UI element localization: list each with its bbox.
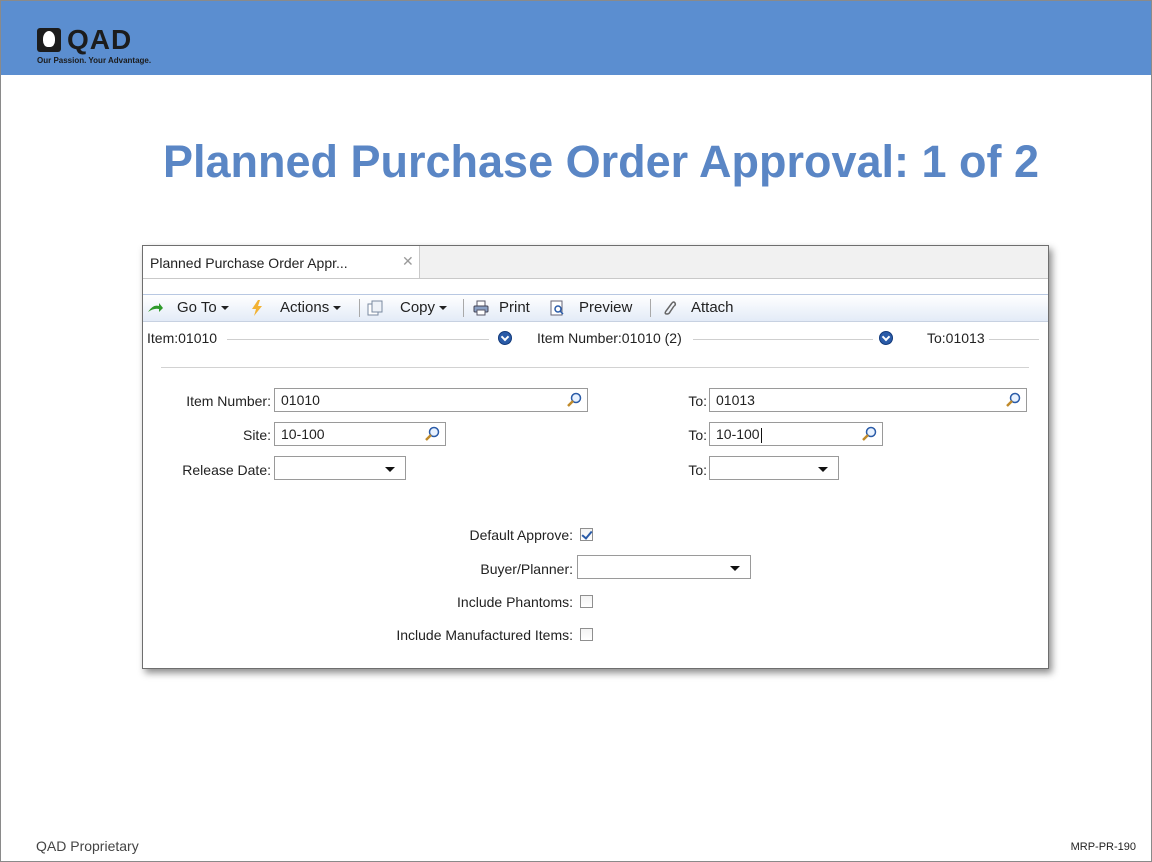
breadcrumb-item[interactable]: To:01013 <box>925 330 987 346</box>
search-icon[interactable] <box>566 392 582 408</box>
site-to-input[interactable]: 10-100 <box>709 422 883 446</box>
tab-planned-po-approval[interactable]: Planned Purchase Order Appr... ✕ <box>143 246 420 278</box>
paperclip-icon <box>664 301 677 315</box>
copy-icon <box>367 300 383 316</box>
text-cursor <box>760 427 762 443</box>
copy-button[interactable]: Copy <box>400 299 448 317</box>
breadcrumb-line <box>989 339 1039 340</box>
item-number-to-label: To: <box>688 393 707 409</box>
site-to-label: To: <box>688 427 707 443</box>
buyer-planner-label: Buyer/Planner: <box>480 561 573 577</box>
footer-proprietary: QAD Proprietary <box>36 838 139 854</box>
actions-lightning-icon <box>252 300 262 316</box>
breadcrumb-line <box>227 339 489 340</box>
release-date-to-dropdown[interactable] <box>709 456 839 480</box>
release-date-to-label: To: <box>688 462 707 478</box>
footer-slide-code: MRP-PR-190 <box>1070 841 1136 853</box>
tab-strip: Planned Purchase Order Appr... ✕ <box>143 246 1048 279</box>
item-number-input[interactable]: 01010 <box>274 388 588 412</box>
app-window: Planned Purchase Order Appr... ✕ Go To A… <box>142 245 1049 669</box>
section-divider <box>161 367 1029 368</box>
release-date-label: Release Date: <box>182 462 271 478</box>
chevron-down-icon <box>439 306 448 311</box>
close-icon[interactable]: ✕ <box>402 253 414 270</box>
goto-button[interactable]: Go To <box>177 299 229 317</box>
chevron-down-icon <box>220 306 229 311</box>
default-approve-label: Default Approve: <box>469 527 573 543</box>
search-icon[interactable] <box>861 426 877 442</box>
toolbar-separator <box>650 299 651 317</box>
item-number-to-value: 01013 <box>716 392 755 408</box>
include-phantoms-label: Include Phantoms: <box>457 594 573 610</box>
toolbar-separator <box>463 299 464 317</box>
default-approve-checkbox[interactable] <box>580 528 593 541</box>
actions-button[interactable]: Actions <box>280 299 342 317</box>
printer-icon <box>473 300 489 316</box>
search-icon[interactable] <box>424 426 440 442</box>
item-number-value: 01010 <box>281 392 320 408</box>
breadcrumb-item[interactable]: Item:01010 <box>145 330 220 346</box>
toolbar: Go To Actions Copy Print Preview Attach <box>143 294 1048 322</box>
chevron-down-icon[interactable] <box>818 467 828 472</box>
qad-logo-text: QAD <box>67 24 133 55</box>
breadcrumb: Item:01010 Item Number:01010 (2) To:0101… <box>143 324 1048 350</box>
include-phantoms-checkbox[interactable] <box>580 595 593 608</box>
search-icon[interactable] <box>1005 392 1021 408</box>
header-banner: QAD Our Passion. Your Advantage. <box>1 1 1151 75</box>
slide-title: Planned Purchase Order Approval: 1 of 2 <box>162 136 1040 187</box>
site-input[interactable]: 10-100 <box>274 422 446 446</box>
site-label: Site: <box>242 427 271 443</box>
buyer-planner-dropdown[interactable] <box>577 555 751 579</box>
breadcrumb-item[interactable]: Item Number:01010 (2) <box>535 330 684 346</box>
item-number-to-input[interactable]: 01013 <box>709 388 1027 412</box>
print-button[interactable]: Print <box>499 299 530 317</box>
chevron-down-icon[interactable] <box>385 467 395 472</box>
attach-button[interactable]: Attach <box>691 299 734 317</box>
site-value: 10-100 <box>281 426 325 442</box>
qad-tagline: Our Passion. Your Advantage. <box>37 56 152 65</box>
expand-icon[interactable] <box>498 331 512 345</box>
include-manufactured-checkbox[interactable] <box>580 628 593 641</box>
breadcrumb-line <box>693 339 873 340</box>
preview-button[interactable]: Preview <box>579 299 632 317</box>
tab-label: Planned Purchase Order Appr... <box>150 255 348 271</box>
include-manufactured-label: Include Manufactured Items: <box>396 627 573 643</box>
release-date-dropdown[interactable] <box>274 456 406 480</box>
toolbar-separator <box>359 299 360 317</box>
preview-icon <box>550 300 564 316</box>
chevron-down-icon[interactable] <box>730 566 740 571</box>
site-to-value: 10-100 <box>716 426 762 443</box>
item-number-label: Item Number: <box>186 393 271 409</box>
qad-logo-icon <box>37 28 61 52</box>
chevron-down-icon <box>333 306 342 311</box>
goto-arrow-icon <box>148 303 163 312</box>
expand-icon[interactable] <box>879 331 893 345</box>
